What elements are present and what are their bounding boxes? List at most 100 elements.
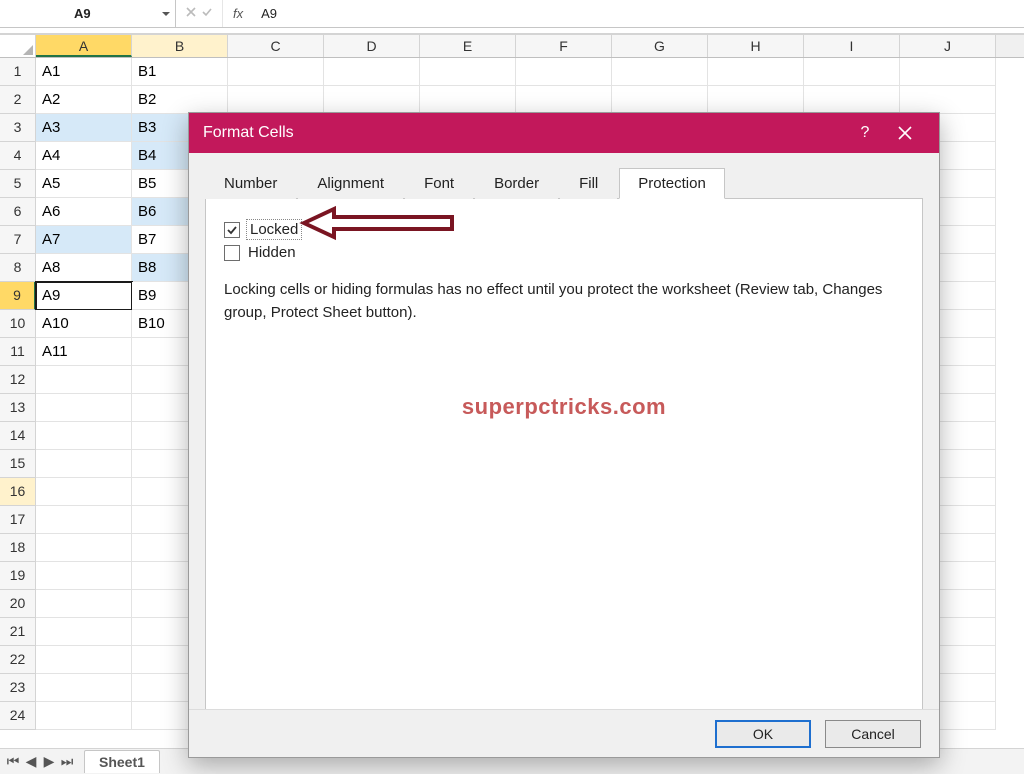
row-header[interactable]: 8 (0, 254, 36, 282)
row-header[interactable]: 17 (0, 506, 36, 534)
row-header[interactable]: 20 (0, 590, 36, 618)
row-header[interactable]: 19 (0, 562, 36, 590)
name-box[interactable]: A9 (0, 0, 176, 27)
row-header[interactable]: 21 (0, 618, 36, 646)
cell[interactable] (516, 58, 612, 86)
tab-alignment[interactable]: Alignment (298, 168, 403, 199)
cell[interactable]: A4 (36, 142, 132, 170)
cell[interactable] (36, 450, 132, 478)
cell[interactable]: A1 (36, 58, 132, 86)
sheet-nav-arrows[interactable]: ⏮ ◀ ▶ ⏭ (6, 753, 84, 770)
column-header[interactable]: B (132, 35, 228, 57)
cancel-button[interactable]: Cancel (825, 720, 921, 748)
row-header[interactable]: 3 (0, 114, 36, 142)
cell[interactable] (228, 86, 324, 114)
row-header[interactable]: 10 (0, 310, 36, 338)
cell[interactable]: A6 (36, 198, 132, 226)
row-header[interactable]: 13 (0, 394, 36, 422)
cell[interactable]: B2 (132, 86, 228, 114)
cell[interactable] (708, 58, 804, 86)
cell[interactable] (36, 674, 132, 702)
cell[interactable] (36, 366, 132, 394)
cell[interactable] (900, 58, 996, 86)
column-header[interactable]: D (324, 35, 420, 57)
row-header[interactable]: 5 (0, 170, 36, 198)
cell[interactable] (36, 590, 132, 618)
dialog-help-icon[interactable]: ? (845, 113, 885, 153)
cell[interactable] (708, 86, 804, 114)
last-sheet-icon[interactable]: ⏭ (60, 753, 74, 770)
cell[interactable]: A2 (36, 86, 132, 114)
tab-fill[interactable]: Fill (560, 168, 617, 199)
cell[interactable] (324, 58, 420, 86)
cell[interactable] (36, 394, 132, 422)
row-header[interactable]: 15 (0, 450, 36, 478)
cell[interactable] (516, 86, 612, 114)
tab-protection[interactable]: Protection (619, 168, 725, 199)
row-header[interactable]: 22 (0, 646, 36, 674)
column-header[interactable]: I (804, 35, 900, 57)
column-header[interactable]: G (612, 35, 708, 57)
fx-icon[interactable]: fx (223, 6, 253, 21)
cell[interactable] (804, 86, 900, 114)
cell[interactable] (36, 702, 132, 730)
row-header[interactable]: 24 (0, 702, 36, 730)
name-box-dropdown-icon[interactable] (157, 5, 175, 23)
row-header[interactable]: 23 (0, 674, 36, 702)
cell[interactable]: A8 (36, 254, 132, 282)
cell[interactable] (420, 86, 516, 114)
close-icon[interactable] (885, 113, 925, 153)
cell[interactable] (900, 86, 996, 114)
column-header[interactable]: J (900, 35, 996, 57)
locked-checkbox-row[interactable]: Locked (224, 221, 904, 238)
cell[interactable]: A7 (36, 226, 132, 254)
locked-checkbox[interactable] (224, 222, 240, 238)
hidden-checkbox[interactable] (224, 245, 240, 261)
row-header[interactable]: 12 (0, 366, 36, 394)
next-sheet-icon[interactable]: ▶ (42, 753, 56, 770)
cell[interactable] (36, 506, 132, 534)
row-header[interactable]: 14 (0, 422, 36, 450)
column-header[interactable]: H (708, 35, 804, 57)
cell[interactable] (36, 422, 132, 450)
cell[interactable] (36, 534, 132, 562)
cell[interactable] (324, 86, 420, 114)
column-header[interactable]: F (516, 35, 612, 57)
cell[interactable] (612, 86, 708, 114)
column-header[interactable]: E (420, 35, 516, 57)
row-header[interactable]: 2 (0, 86, 36, 114)
row-header[interactable]: 11 (0, 338, 36, 366)
row-header[interactable]: 9 (0, 282, 36, 310)
tab-number[interactable]: Number (205, 168, 296, 199)
tab-font[interactable]: Font (405, 168, 473, 199)
ok-button[interactable]: OK (715, 720, 811, 748)
cell[interactable] (612, 58, 708, 86)
cell[interactable] (804, 58, 900, 86)
row-header[interactable]: 7 (0, 226, 36, 254)
row-header[interactable]: 6 (0, 198, 36, 226)
cell[interactable]: B1 (132, 58, 228, 86)
column-header[interactable]: C (228, 35, 324, 57)
dialog-titlebar[interactable]: Format Cells ? (189, 113, 939, 153)
formula-input[interactable]: A9 (253, 0, 1022, 27)
cell[interactable] (420, 58, 516, 86)
cell[interactable] (36, 618, 132, 646)
tab-border[interactable]: Border (475, 168, 558, 199)
cell[interactable]: A9 (36, 282, 132, 310)
cell[interactable] (36, 646, 132, 674)
cell[interactable] (228, 58, 324, 86)
cell[interactable]: A11 (36, 338, 132, 366)
row-header[interactable]: 16 (0, 478, 36, 506)
first-sheet-icon[interactable]: ⏮ (6, 753, 20, 770)
cell[interactable] (36, 478, 132, 506)
prev-sheet-icon[interactable]: ◀ (24, 753, 38, 770)
column-header[interactable]: A (36, 35, 132, 57)
cell[interactable]: A10 (36, 310, 132, 338)
cell[interactable] (36, 562, 132, 590)
sheet-tab[interactable]: Sheet1 (84, 750, 160, 773)
cell[interactable]: A5 (36, 170, 132, 198)
row-header[interactable]: 4 (0, 142, 36, 170)
cell[interactable]: A3 (36, 114, 132, 142)
row-header[interactable]: 18 (0, 534, 36, 562)
hidden-checkbox-row[interactable]: Hidden (224, 244, 904, 261)
